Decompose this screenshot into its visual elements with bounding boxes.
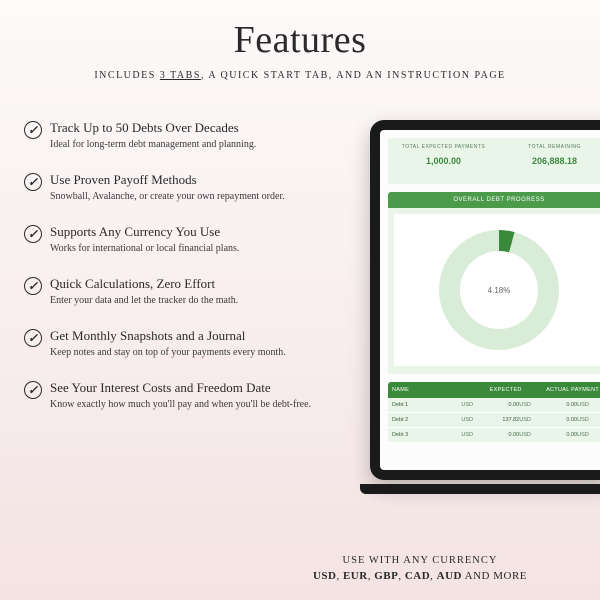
td-currency: USD: [461, 402, 490, 408]
td-actual: 0.00: [548, 402, 577, 408]
laptop-frame: TOTAL EXPECTED PAYMENTS 1,000.00 TOTAL R…: [370, 120, 600, 480]
th-name: NAME: [392, 387, 472, 393]
td-name: Debt 3: [392, 432, 461, 438]
currency-aud: AUD: [437, 570, 462, 582]
currency-cad: CAD: [405, 570, 430, 582]
donut-ring: 4.18%: [439, 230, 559, 350]
table-header: NAME EXPECTED ACTUAL PAYMENT: [388, 382, 600, 398]
feature-title: See Your Interest Costs and Freedom Date: [50, 380, 311, 396]
feature-desc: Know exactly how much you'll pay and whe…: [50, 399, 311, 410]
summary-card: TOTAL EXPECTED PAYMENTS 1,000.00 TOTAL R…: [388, 138, 600, 184]
table-row: Debt 1 USD 0.00 USD 0.00 USD: [388, 398, 600, 413]
feature-item: ✓ Supports Any Currency You Use Works fo…: [24, 224, 324, 254]
summary-label-expected: TOTAL EXPECTED PAYMENTS: [388, 144, 499, 150]
currency-usd: USD: [313, 570, 337, 582]
progress-header: OVERALL DEBT PROGRESS: [388, 192, 600, 208]
laptop-base: [360, 484, 600, 494]
feature-item: ✓ Get Monthly Snapshots and a Journal Ke…: [24, 328, 324, 358]
feature-desc: Ideal for long-term debt management and …: [50, 139, 256, 150]
debt-table: NAME EXPECTED ACTUAL PAYMENT Debt 1 USD …: [388, 382, 600, 443]
feature-title: Track Up to 50 Debts Over Decades: [50, 120, 256, 136]
subtitle-pre: INCLUDES: [94, 70, 159, 81]
footer-suffix: AND MORE: [462, 570, 527, 582]
feature-desc: Enter your data and let the tracker do t…: [50, 295, 238, 306]
th-expected: EXPECTED: [472, 387, 539, 393]
th-actual: ACTUAL PAYMENT: [539, 387, 600, 393]
td-expected: 0.00: [490, 432, 519, 438]
feature-title: Supports Any Currency You Use: [50, 224, 239, 240]
feature-item: ✓ See Your Interest Costs and Freedom Da…: [24, 380, 324, 410]
summary-label-remaining: TOTAL REMAINING: [499, 144, 600, 150]
feature-title: Quick Calculations, Zero Effort: [50, 276, 238, 292]
td-name: Debt 2: [392, 417, 461, 423]
td-currency: USD: [519, 432, 548, 438]
footer-line2: USD, EUR, GBP, CAD, AUD AND MORE: [270, 570, 570, 582]
td-currency: USD: [577, 402, 600, 408]
check-icon: ✓: [24, 329, 42, 347]
donut-chart: 4.18%: [394, 214, 600, 366]
td-currency: USD: [461, 432, 490, 438]
feature-item: ✓ Quick Calculations, Zero Effort Enter …: [24, 276, 324, 306]
progress-card: OVERALL DEBT PROGRESS 4.18%: [388, 192, 600, 374]
td-expected: 0.00: [490, 402, 519, 408]
currency-eur: EUR: [343, 570, 368, 582]
check-icon: ✓: [24, 381, 42, 399]
td-actual: 0.00: [548, 417, 577, 423]
table-row: Debt 2 USD 137.82 USD 0.00 USD: [388, 413, 600, 428]
td-expected: 137.82: [490, 417, 519, 423]
laptop-mockup: TOTAL EXPECTED PAYMENTS 1,000.00 TOTAL R…: [370, 120, 600, 490]
td-currency: USD: [577, 432, 600, 438]
feature-desc: Keep notes and stay on top of your payme…: [50, 347, 286, 358]
table-row: Debt 3 USD 0.00 USD 0.00 USD: [388, 428, 600, 443]
check-icon: ✓: [24, 277, 42, 295]
feature-item: ✓ Track Up to 50 Debts Over Decades Idea…: [24, 120, 324, 150]
subtitle-tabs: 3 TABS: [160, 70, 201, 81]
currency-gbp: GBP: [374, 570, 398, 582]
page-title: Features: [0, 0, 600, 62]
summary-value-expected: 1,000.00: [388, 156, 499, 166]
subtitle: INCLUDES 3 TABS, A QUICK START TAB, AND …: [0, 70, 600, 81]
feature-desc: Works for international or local financi…: [50, 243, 239, 254]
td-currency: USD: [519, 402, 548, 408]
check-icon: ✓: [24, 225, 42, 243]
features-list: ✓ Track Up to 50 Debts Over Decades Idea…: [24, 120, 324, 432]
td-name: Debt 1: [392, 402, 461, 408]
laptop-screen: TOTAL EXPECTED PAYMENTS 1,000.00 TOTAL R…: [380, 130, 600, 470]
check-icon: ✓: [24, 121, 42, 139]
check-icon: ✓: [24, 173, 42, 191]
td-currency: USD: [577, 417, 600, 423]
td-currency: USD: [519, 417, 548, 423]
subtitle-post: , A QUICK START TAB, AND AN INSTRUCTION …: [201, 70, 506, 81]
feature-item: ✓ Use Proven Payoff Methods Snowball, Av…: [24, 172, 324, 202]
feature-desc: Snowball, Avalanche, or create your own …: [50, 191, 285, 202]
footer-line1: USE WITH ANY CURRENCY: [270, 555, 570, 566]
summary-value-remaining: 206,888.18: [499, 156, 600, 166]
feature-title: Use Proven Payoff Methods: [50, 172, 285, 188]
td-actual: 0.00: [548, 432, 577, 438]
footer: USE WITH ANY CURRENCY USD, EUR, GBP, CAD…: [270, 555, 570, 582]
td-currency: USD: [461, 417, 490, 423]
feature-title: Get Monthly Snapshots and a Journal: [50, 328, 286, 344]
donut-center-label: 4.18%: [460, 251, 538, 329]
